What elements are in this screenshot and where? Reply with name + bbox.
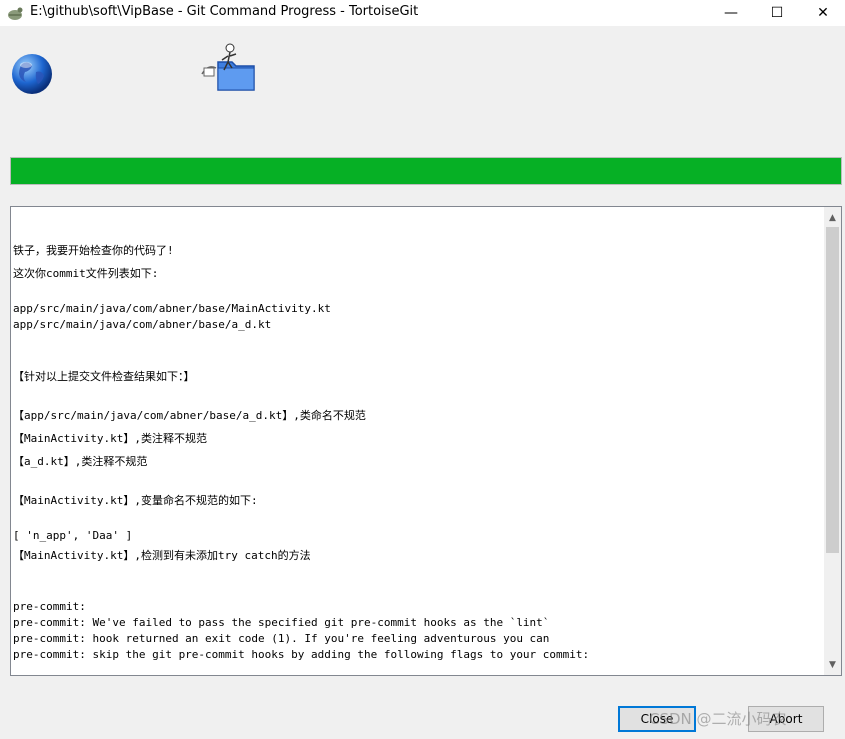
window-title: E:\github\soft\VipBase - Git Command Pro… [30,4,419,19]
output-line: 【MainActivity.kt】,变量命名不规范的如下: [13,494,258,507]
close-icon: ✕ [817,5,829,21]
output-line: pre-commit: skip the git pre-commit hook… [13,648,590,661]
progress-bar [10,157,842,185]
scroll-thumb[interactable] [826,227,839,553]
title-bar: E:\github\soft\VipBase - Git Command Pro… [0,0,845,26]
globe-icon [12,54,52,94]
output-line: pre-commit: We've failed to pass the spe… [13,616,550,629]
scroll-up-arrow-icon[interactable]: ▲ [824,209,841,226]
output-line: pre-commit: [13,600,86,613]
output-line: pre-commit: hook returned an exit code (… [13,632,550,645]
minimize-button[interactable]: — [708,0,754,26]
output-line: app/src/main/java/com/abner/base/MainAct… [13,302,331,315]
folder-transfer-icon [201,43,255,91]
scroll-down-arrow-icon[interactable]: ▼ [824,656,841,673]
window-close-button[interactable]: ✕ [800,0,845,26]
vertical-scrollbar[interactable]: ▲ ▼ [824,207,841,675]
output-line: 【app/src/main/java/com/abner/base/a_d.kt… [13,409,366,422]
output-text: 铁子，我要开始检查你的代码了! 这次你commit文件列表如下: app/src/m… [13,239,821,663]
output-line: 【MainActivity.kt】,类注释不规范 [13,432,207,445]
maximize-icon: ☐ [770,5,784,21]
progress-fill [11,158,841,184]
output-line: app/src/main/java/com/abner/base/a_d.kt [13,318,272,331]
output-line: 这次你commit文件列表如下: [13,267,159,280]
output-line: 【针对以上提交文件检查结果如下：】 [13,370,195,383]
output-line: 铁子，我要开始检查你的代码了! [13,244,174,257]
output-line: 【MainActivity.kt】,检测到有未添加try catch的方法 [13,549,311,562]
maximize-button[interactable]: ☐ [754,0,800,26]
output-log[interactable]: 铁子，我要开始检查你的代码了! 这次你commit文件列表如下: app/src/m… [10,206,842,676]
minimize-icon: — [724,5,738,21]
watermark: CSDN @二流小码农 [649,710,787,728]
output-line: 【a_d.kt】,类注释不规范 [13,455,148,468]
tortoisegit-app-icon [8,7,23,20]
output-line: [ 'n_app', 'Daa' ] [13,529,133,542]
